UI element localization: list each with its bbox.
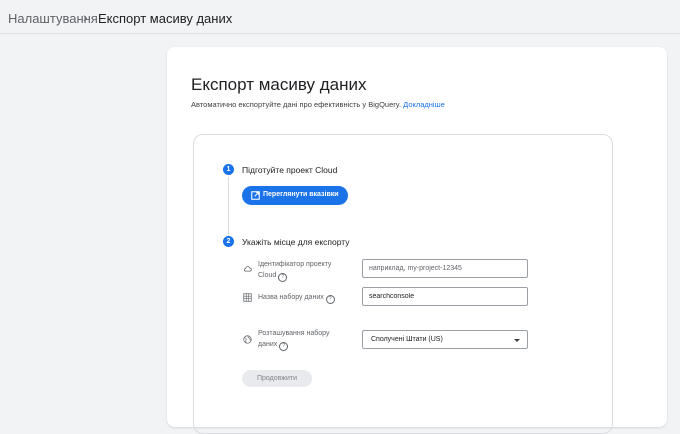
view-instructions-label: Переглянути вказівки	[263, 191, 339, 198]
continue-button[interactable]: Продовжити	[242, 370, 312, 387]
project-id-label-line1: Ідентифікатор проекту	[258, 261, 332, 268]
dataset-location-select[interactable]: Сполучені Штати (US)	[362, 330, 528, 349]
breadcrumb-current: Експорт масиву даних	[98, 11, 233, 26]
dataset-name-label-text: Назва набору даних	[258, 294, 324, 301]
page-title: Експорт масиву даних	[191, 75, 367, 94]
step-2-title: Укажіть місце для експорту	[242, 237, 350, 247]
dataset-location-label: Розташування набору даних ?	[258, 328, 330, 351]
step-1-title: Підготуйте проект Cloud	[242, 165, 338, 175]
step-2-badge: 2	[223, 236, 234, 247]
export-card: Експорт масиву даних Автоматично експорт…	[167, 47, 667, 434]
project-id-label-line2: Cloud	[258, 272, 277, 279]
dataset-name-help-icon[interactable]: ?	[325, 295, 335, 304]
page-subtitle: Автоматично експортуйте дані про ефектив…	[191, 100, 445, 109]
dataset-name-label: Назва набору даних ?	[258, 292, 335, 304]
table-icon	[243, 293, 252, 302]
cloud-icon	[243, 266, 252, 272]
top-bar: Налаштування › Експорт масиву даних	[0, 0, 680, 34]
learn-more-link[interactable]: Докладніше	[403, 100, 445, 109]
open-in-new-icon	[251, 191, 260, 200]
step-connector	[228, 177, 229, 244]
project-id-input[interactable]	[362, 259, 528, 278]
dataset-location-value: Сполучені Штати (US)	[371, 336, 443, 343]
step-1-badge: 1	[223, 164, 234, 175]
subtitle-text: Автоматично експортуйте дані про ефектив…	[191, 100, 402, 109]
breadcrumb-separator: ›	[83, 9, 88, 25]
view-instructions-button[interactable]: Переглянути вказівки	[242, 186, 348, 205]
dataset-location-label-line1: Розташування набору	[258, 330, 330, 337]
dataset-location-label-line2: даних	[258, 341, 278, 348]
globe-icon	[243, 335, 252, 344]
project-id-help-icon[interactable]: ?	[278, 273, 288, 282]
chevron-down-icon	[514, 339, 520, 342]
dataset-location-help-icon[interactable]: ?	[279, 342, 289, 351]
steps-panel: 1 Підготуйте проект Cloud Переглянути вк…	[193, 134, 613, 434]
dataset-name-input[interactable]	[362, 287, 528, 306]
project-id-label: Ідентифікатор проекту Cloud ?	[258, 259, 331, 282]
